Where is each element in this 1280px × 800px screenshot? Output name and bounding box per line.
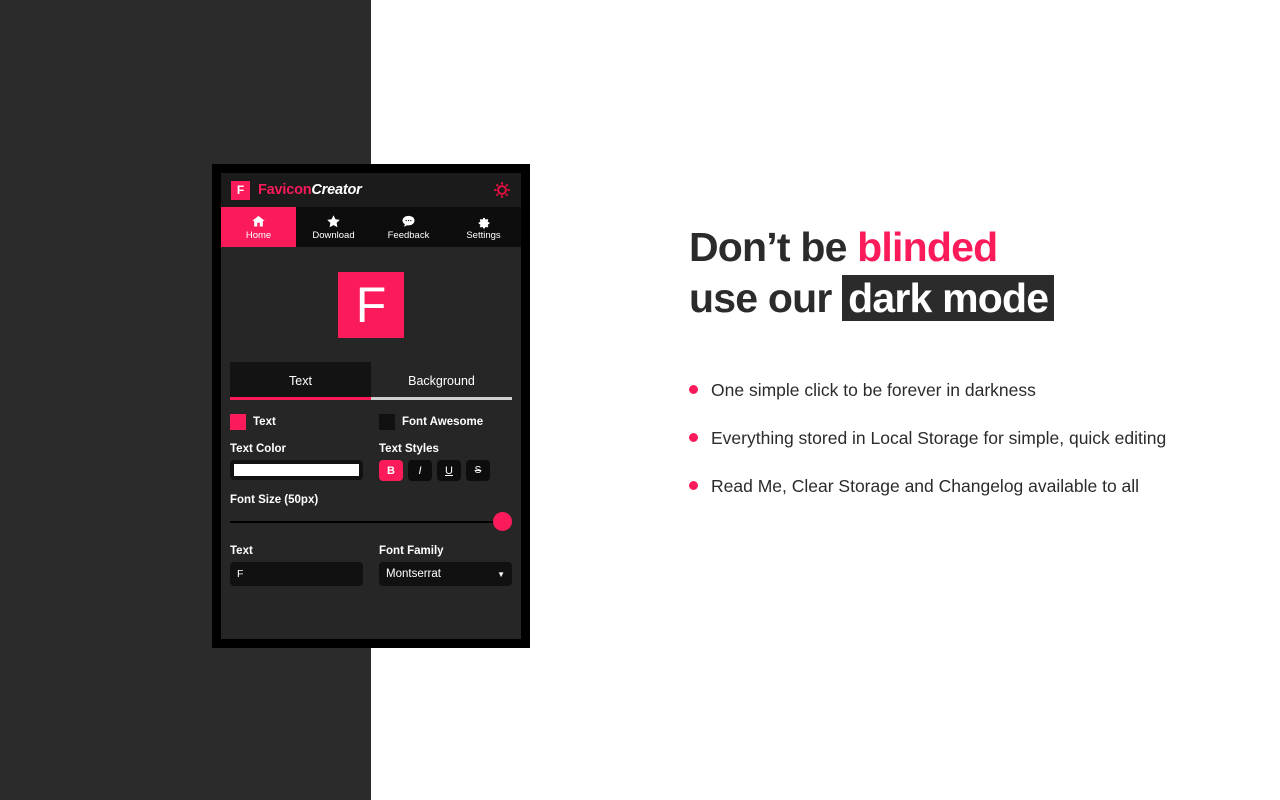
- text-settings-form: Text Font Awesome Text Color Text Styles…: [221, 400, 521, 639]
- list-item: Read Me, Clear Storage and Changelog ava…: [689, 474, 1169, 498]
- headline-line-2-plain: use our: [689, 275, 843, 322]
- text-color-swatch[interactable]: [234, 464, 359, 476]
- text-input-label: Text: [230, 545, 253, 557]
- favicon-preview-tile: F: [338, 271, 404, 338]
- logo-badge: F: [231, 180, 250, 200]
- headline-line-1: Don’t be blinded: [689, 222, 1229, 273]
- bullet-text: One simple click to be forever in darkne…: [711, 380, 1036, 400]
- style-bold-button[interactable]: B: [379, 460, 403, 481]
- text-toggle-col: Text: [230, 414, 363, 430]
- nav-tab-download[interactable]: Download: [296, 207, 371, 247]
- text-color-col: Text Color: [230, 430, 363, 481]
- text-color-picker[interactable]: [230, 460, 363, 480]
- marketing-headline: Don’t be blinded use our dark mode: [689, 222, 1229, 325]
- text-color-label: Text Color: [230, 443, 287, 455]
- app-title: FaviconCreator: [258, 182, 362, 198]
- checkbox-text[interactable]: Text: [230, 414, 363, 430]
- nav-tab-settings-label: Settings: [466, 229, 501, 241]
- chevron-down-icon: ▼: [497, 569, 505, 579]
- nav-tab-settings[interactable]: Settings: [446, 207, 521, 247]
- checkbox-text-label: Text: [253, 416, 276, 428]
- text-styles-label: Text Styles: [379, 443, 439, 455]
- editor-tabs: Text Background: [230, 362, 512, 400]
- font-size-slider-track[interactable]: [230, 521, 512, 523]
- style-italic-button[interactable]: I: [408, 460, 432, 481]
- tab-background[interactable]: Background: [371, 362, 512, 400]
- text-input-col: Text: [230, 532, 363, 586]
- font-size-section: Font Size (50px): [230, 494, 512, 532]
- font-family-col: Font Family Montserrat ▼: [379, 532, 512, 586]
- font-family-label: Font Family: [379, 545, 444, 557]
- list-item: Everything stored in Local Storage for s…: [689, 426, 1169, 450]
- bullet-text: Read Me, Clear Storage and Changelog ava…: [711, 476, 1140, 497]
- nav-tab-download-label: Download: [312, 229, 355, 241]
- favicon-preview-area: F: [221, 247, 521, 362]
- bullet-text: Everything stored in Local Storage for s…: [711, 428, 1167, 449]
- nav-tab-feedback[interactable]: Feedback: [371, 207, 446, 247]
- nav-tabs: Home Download Feedback Settings: [221, 207, 521, 247]
- headline-line-2: use our dark mode: [689, 273, 1229, 324]
- text-and-font-row: Text Font Family Montserrat ▼: [230, 532, 512, 586]
- nav-tab-home-label: Home: [245, 229, 272, 241]
- bullet-dot-icon: [689, 481, 698, 491]
- nav-tab-feedback-label: Feedback: [387, 229, 430, 241]
- home-icon: [251, 214, 266, 229]
- app-title-part-favicon: Favicon: [258, 182, 312, 198]
- font-size-slider-thumb[interactable]: [493, 512, 512, 531]
- font-family-value: Montserrat: [386, 568, 441, 580]
- app-panel-frame: F FaviconCreator Home Download Feedback …: [212, 164, 530, 648]
- headline-line-1-plain: Don’t be: [689, 224, 858, 270]
- checkbox-font-awesome-label: Font Awesome: [402, 416, 484, 428]
- list-item: One simple click to be forever in darkne…: [689, 378, 1169, 402]
- checkbox-font-awesome-box[interactable]: [379, 414, 395, 430]
- star-icon: [326, 214, 341, 229]
- style-underline-button[interactable]: U: [437, 460, 461, 481]
- toggle-row: Text Font Awesome: [230, 414, 512, 430]
- app-window: F FaviconCreator Home Download Feedback …: [221, 173, 521, 639]
- color-and-styles-row: Text Color Text Styles B I U S: [230, 430, 512, 481]
- checkbox-font-awesome[interactable]: Font Awesome: [379, 414, 512, 430]
- app-title-part-creator: Creator: [311, 182, 362, 198]
- gear-icon[interactable]: [493, 181, 511, 199]
- style-strikethrough-button[interactable]: S: [466, 460, 490, 481]
- text-input[interactable]: [230, 562, 363, 586]
- text-style-buttons: B I U S: [379, 460, 512, 481]
- nav-tab-home[interactable]: Home: [221, 207, 296, 247]
- comment-icon: [401, 214, 416, 229]
- font-awesome-toggle-col: Font Awesome: [379, 414, 512, 430]
- text-styles-col: Text Styles B I U S: [379, 430, 512, 481]
- bullet-dot-icon: [689, 385, 698, 394]
- font-size-label: Font Size (50px): [230, 494, 319, 506]
- headline-line-1-accent: blinded: [857, 224, 998, 270]
- bullet-dot-icon: [689, 433, 698, 443]
- gear-icon: [476, 214, 491, 229]
- font-family-select[interactable]: Montserrat ▼: [379, 562, 512, 586]
- marketing-bullet-list: One simple click to be forever in darkne…: [689, 378, 1169, 522]
- app-header: F FaviconCreator: [221, 173, 521, 207]
- tab-text[interactable]: Text: [230, 362, 371, 400]
- checkbox-text-box[interactable]: [230, 414, 246, 430]
- font-size-slider[interactable]: [230, 512, 512, 532]
- headline-line-2-highlight: dark mode: [842, 275, 1055, 322]
